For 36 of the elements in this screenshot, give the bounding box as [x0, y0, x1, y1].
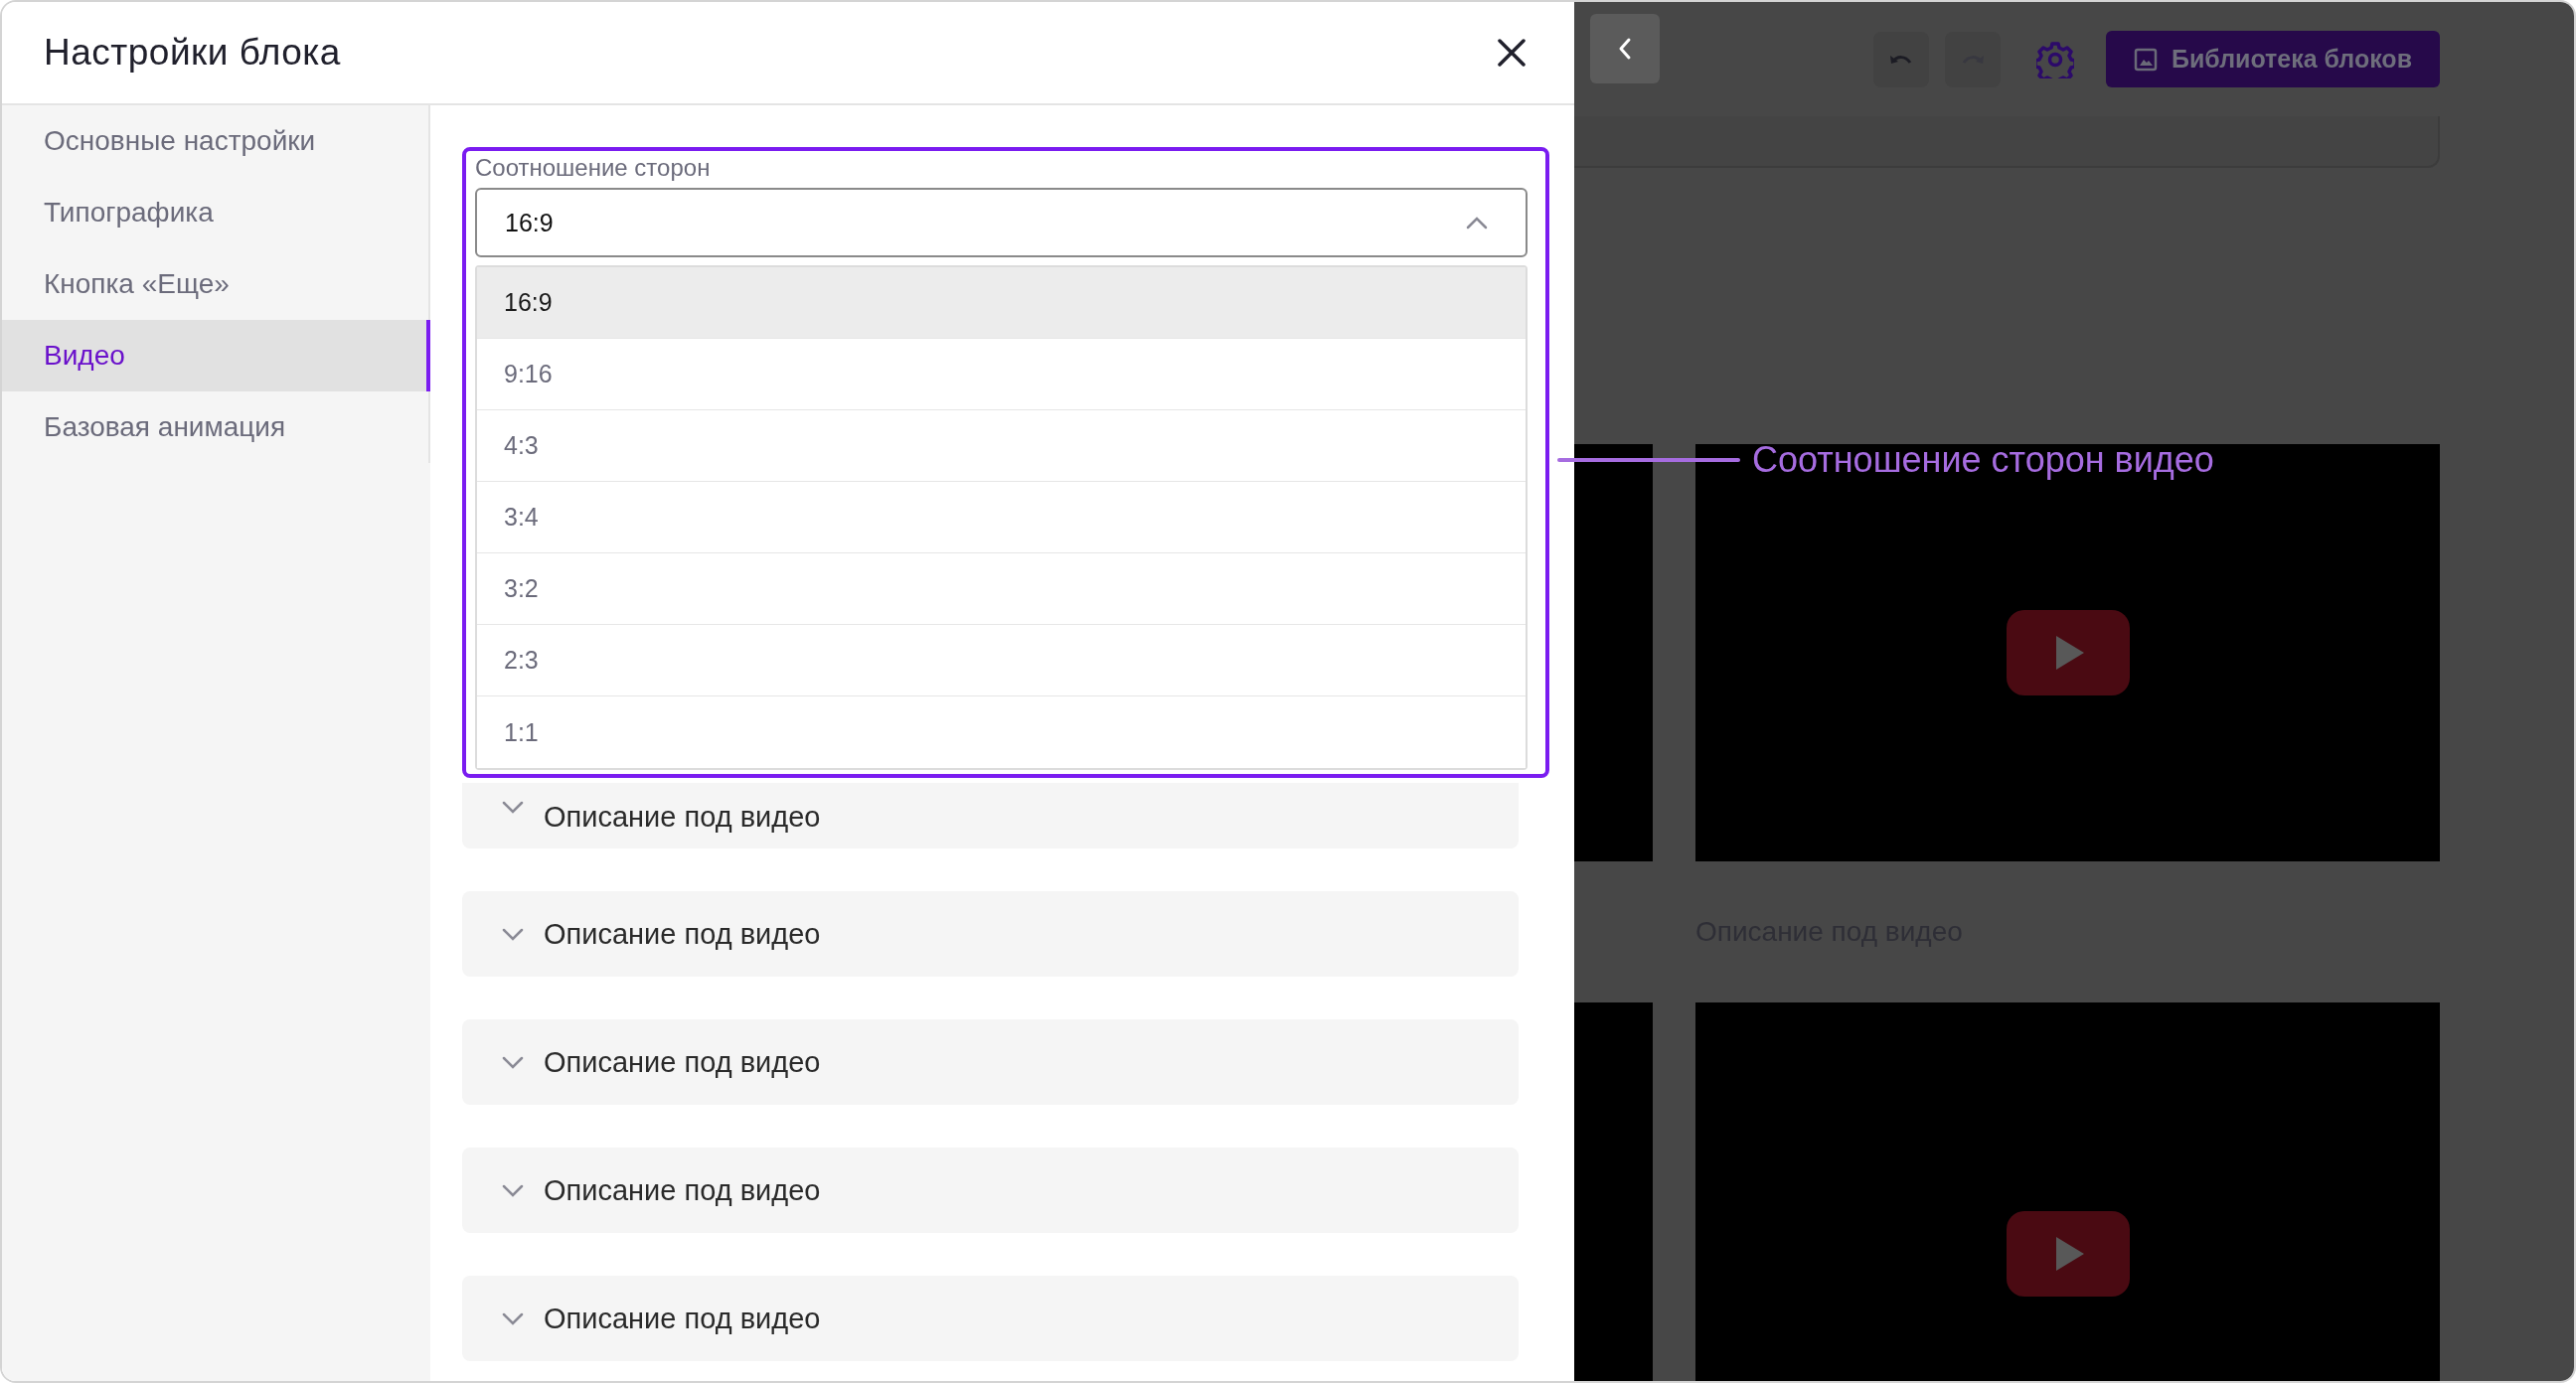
sidebar-item[interactable]: Видео: [2, 320, 430, 391]
accordion-header[interactable]: Описание под видео: [462, 1019, 1519, 1105]
settings-icon: [2036, 40, 2074, 78]
accordion-header[interactable]: Описание под видео: [462, 1148, 1519, 1233]
back-button[interactable]: [1590, 13, 1660, 83]
accordion-header[interactable]: Описание под видео: [462, 1276, 1519, 1361]
chevron-down-icon: [502, 1055, 524, 1069]
settings-button[interactable]: [2036, 40, 2074, 78]
chevron-down-icon: [502, 1183, 524, 1197]
chevron-left-icon: [1618, 36, 1632, 61]
sidebar-item[interactable]: Базовая анимация: [2, 391, 430, 463]
play-icon: [2006, 610, 2130, 695]
accordion-title: Описание под видео: [544, 801, 821, 834]
sidebar-item[interactable]: Кнопка «Еще»: [2, 248, 430, 320]
chevron-down-icon: [502, 927, 524, 941]
aspect-ratio-select[interactable]: 16:9: [475, 188, 1528, 257]
play-icon: [2006, 1211, 2130, 1297]
accordion-title: Описание под видео: [544, 1045, 821, 1079]
undo-button[interactable]: [1873, 31, 1929, 87]
chevron-up-icon: [1466, 216, 1488, 230]
sidebar-item[interactable]: Типографика: [2, 177, 430, 248]
sidebar-item[interactable]: Основные настройки: [2, 105, 430, 177]
image-icon: [2134, 47, 2158, 72]
accordion-header[interactable]: Описание под видео: [462, 891, 1519, 977]
accordion-title: Описание под видео: [544, 1302, 821, 1335]
accordion-title: Описание под видео: [544, 1173, 821, 1207]
chevron-down-icon: [502, 1311, 524, 1325]
field-label: Соотношение сторон: [475, 153, 712, 183]
close-icon: [1497, 38, 1527, 68]
chevron-down-icon: [502, 801, 524, 814]
dropdown-option[interactable]: 16:9: [477, 267, 1526, 339]
accordion-title: Описание под видео: [544, 917, 821, 951]
block-library-button[interactable]: Библиотека блоков: [2106, 31, 2440, 87]
accordion-header[interactable]: Описание под видео: [462, 783, 1519, 848]
annotation-label: Соотношение сторон видео: [1752, 439, 2214, 481]
dialog-title: Настройки блока: [44, 32, 341, 74]
